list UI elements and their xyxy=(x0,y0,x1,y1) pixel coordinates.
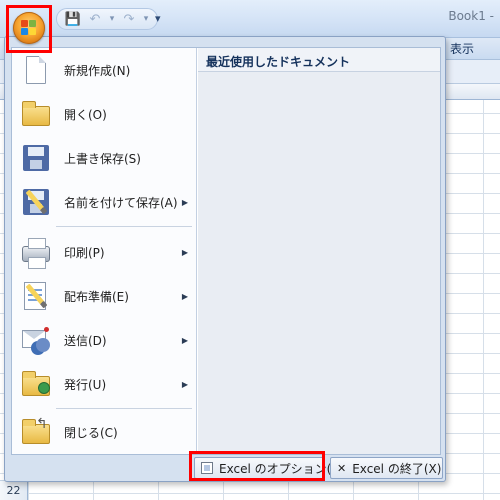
new-document-icon xyxy=(20,54,52,86)
menu-item-open[interactable]: 開く(O) xyxy=(12,92,196,136)
publish-icon xyxy=(20,368,52,400)
tab-view[interactable]: 表示 xyxy=(450,40,474,57)
window-title: Book1 - xyxy=(448,9,494,23)
office-logo-icon xyxy=(21,20,37,36)
submenu-arrow-icon: ▶ xyxy=(181,335,188,345)
save-icon[interactable]: 💾 xyxy=(63,10,83,28)
undo-dropdown-icon[interactable]: ▾ xyxy=(107,14,117,24)
prepare-icon xyxy=(20,280,52,312)
close-icon: ✕ xyxy=(337,461,347,475)
printer-icon xyxy=(20,236,52,269)
office-menu-commands: 新規作成(N) 開く(O) 上書き保存(S) 名前を付けて保存(A) ▶ 印刷(… xyxy=(12,48,197,454)
office-menu-body: 新規作成(N) 開く(O) 上書き保存(S) 名前を付けて保存(A) ▶ 印刷(… xyxy=(11,47,441,455)
recent-documents-title: 最近使用したドキュメント xyxy=(198,48,440,72)
save-as-icon xyxy=(20,186,52,218)
menu-item-label: 送信(D) xyxy=(64,333,107,348)
menu-item-label: 名前を付けて保存(A) xyxy=(64,195,178,210)
office-menu: 新規作成(N) 開く(O) 上書き保存(S) 名前を付けて保存(A) ▶ 印刷(… xyxy=(4,36,446,482)
send-icon xyxy=(20,324,52,356)
menu-item-label: 上書き保存(S) xyxy=(64,151,141,166)
menu-item-label: 開く(O) xyxy=(64,107,107,122)
menu-item-save[interactable]: 上書き保存(S) xyxy=(12,136,196,180)
open-folder-icon xyxy=(20,98,52,130)
submenu-arrow-icon: ▶ xyxy=(181,197,188,207)
menu-item-send[interactable]: 送信(D) ▶ xyxy=(12,318,196,362)
menu-item-label: 配布準備(E) xyxy=(64,289,129,304)
customize-qat-icon[interactable]: ▾ xyxy=(155,12,161,25)
menu-divider xyxy=(56,408,192,409)
office-button-highlight xyxy=(6,5,52,53)
exit-excel-button[interactable]: ✕ Excel の終了(X) xyxy=(330,457,443,479)
close-folder-icon: ↰ xyxy=(20,416,52,448)
menu-item-new[interactable]: 新規作成(N) xyxy=(12,48,196,92)
exit-excel-label: Excel の終了(X) xyxy=(352,461,442,476)
row-header[interactable]: 22 xyxy=(0,480,28,500)
redo-dropdown-icon[interactable]: ▾ xyxy=(141,14,151,24)
menu-item-label: 印刷(P) xyxy=(64,245,105,260)
menu-item-prepare[interactable]: 配布準備(E) ▶ xyxy=(12,274,196,318)
submenu-arrow-icon: ▶ xyxy=(181,379,188,389)
menu-item-label: 発行(U) xyxy=(64,377,107,392)
menu-item-print[interactable]: 印刷(P) ▶ xyxy=(12,230,196,274)
undo-icon[interactable]: ↶ xyxy=(85,10,105,28)
submenu-arrow-icon: ▶ xyxy=(181,291,188,301)
title-bar: 💾 ↶ ▾ ↷ ▾ ▾ Book1 - xyxy=(0,0,500,38)
menu-item-save-as[interactable]: 名前を付けて保存(A) ▶ xyxy=(12,180,196,224)
menu-item-close[interactable]: ↰ 閉じる(C) xyxy=(12,410,196,454)
save-disk-icon xyxy=(20,142,52,174)
menu-divider xyxy=(56,226,192,227)
quick-access-toolbar: 💾 ↶ ▾ ↷ ▾ xyxy=(56,8,158,30)
menu-item-label: 新規作成(N) xyxy=(64,63,131,78)
redo-icon[interactable]: ↷ xyxy=(119,10,139,28)
submenu-arrow-icon: ▶ xyxy=(181,247,188,257)
menu-item-publish[interactable]: 発行(U) ▶ xyxy=(12,362,196,406)
menu-item-label: 閉じる(C) xyxy=(64,425,118,440)
recent-documents-pane: 最近使用したドキュメント xyxy=(198,48,440,454)
office-button[interactable] xyxy=(13,12,45,44)
options-button-highlight xyxy=(189,451,325,481)
